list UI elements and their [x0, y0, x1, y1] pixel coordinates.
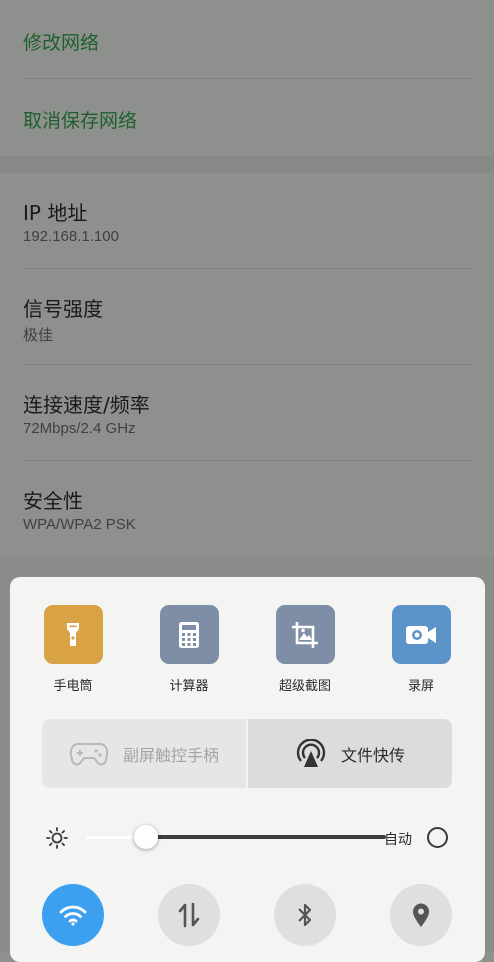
- screen-record-label: 录屏: [407, 679, 434, 694]
- screen-record-tile[interactable]: 录屏: [381, 605, 461, 694]
- flashlight-tile[interactable]: 手电筒: [33, 605, 113, 694]
- calculator-label: 计算器: [169, 679, 209, 694]
- super-screenshot-tile[interactable]: 超级截图: [265, 605, 345, 694]
- wifi-toggle[interactable]: [42, 884, 104, 946]
- ip-address-label: IP 地址: [23, 201, 88, 225]
- flashlight-icon: [43, 605, 103, 664]
- screen-record-icon: [391, 605, 451, 664]
- brightness-row: 自动: [46, 823, 466, 853]
- file-share-icon: [296, 738, 326, 767]
- signal-strength-label: 信号强度: [23, 297, 103, 321]
- security-value: WPA/WPA2 PSK: [23, 516, 136, 533]
- security-label: 安全性: [23, 489, 83, 513]
- location-icon: [413, 903, 429, 927]
- wifi-icon: [59, 905, 87, 926]
- brightness-thumb[interactable]: [134, 825, 158, 849]
- auto-brightness-toggle[interactable]: [427, 827, 448, 848]
- mobile-data-icon: [178, 902, 200, 928]
- super-screenshot-icon: [275, 605, 335, 664]
- mobile-data-toggle[interactable]: [158, 884, 220, 946]
- brightness-track[interactable]: [146, 835, 386, 839]
- flashlight-label: 手电筒: [53, 679, 93, 694]
- link-speed-label: 连接速度/频率: [23, 393, 150, 417]
- forget-network-button[interactable]: 取消保存网络: [23, 106, 137, 133]
- bluetooth-toggle[interactable]: [274, 884, 336, 946]
- modify-network-button[interactable]: 修改网络: [23, 28, 99, 55]
- signal-strength-value: 极佳: [23, 327, 54, 344]
- bluetooth-icon: [298, 903, 312, 927]
- calculator-tile[interactable]: 计算器: [149, 605, 229, 694]
- brightness-icon: [46, 827, 68, 849]
- file-share-label: 文件快传: [340, 745, 405, 765]
- ip-address-value: 192.168.1.100: [23, 228, 119, 245]
- gamepad-icon: [69, 742, 109, 765]
- calculator-icon: [159, 605, 219, 664]
- control-center-panel: 手电筒 计算器 超级截图 录屏 副屏触控手柄 文件快传 自动: [10, 577, 485, 962]
- gamepad-label: 副屏触控手柄: [122, 745, 219, 765]
- link-speed-value: 72Mbps/2.4 GHz: [23, 420, 136, 437]
- auto-brightness-label: 自动: [384, 832, 412, 848]
- quick-action-bar: 副屏触控手柄 文件快传: [42, 719, 452, 788]
- file-share-button[interactable]: 文件快传: [248, 719, 452, 788]
- location-toggle[interactable]: [390, 884, 452, 946]
- super-screenshot-label: 超级截图: [278, 679, 331, 694]
- gamepad-button[interactable]: 副屏触控手柄: [42, 719, 246, 788]
